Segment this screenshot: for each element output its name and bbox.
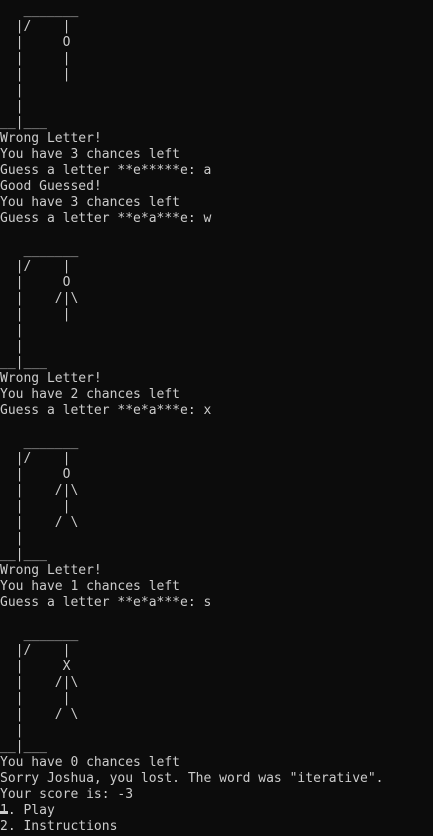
console-line: __|___ xyxy=(0,547,47,562)
console-line: _______ xyxy=(0,627,79,642)
text-cursor xyxy=(0,811,8,814)
console-line: | /|\ xyxy=(0,291,79,306)
console-line: You have 1 chances left xyxy=(0,579,181,594)
console-line: | / \ xyxy=(0,707,79,722)
console-line: Guess a letter **e*a***e: s xyxy=(0,595,212,610)
console-line: | xyxy=(0,531,24,546)
console-line: Wrong Letter! xyxy=(0,131,102,146)
console-line: Good Guessed! xyxy=(0,179,102,194)
console-line: | O xyxy=(0,467,71,482)
console-line: | X xyxy=(0,659,71,674)
console-line: You have 2 chances left xyxy=(0,387,181,402)
console-line: | xyxy=(0,99,24,114)
console-line: _______ xyxy=(0,435,79,450)
console-line: _______ xyxy=(0,3,79,18)
console-line: | /|\ xyxy=(0,483,79,498)
console-line: Sorry Joshua, you lost. The word was "it… xyxy=(0,771,384,786)
console-line: | /|\ xyxy=(0,675,79,690)
console-line: You have 3 chances left xyxy=(0,195,181,210)
console-line: Guess a letter **e*a***e: w xyxy=(0,211,212,226)
console-line: Wrong Letter! xyxy=(0,371,102,386)
console-line: | | xyxy=(0,691,71,706)
console-line: |/ | xyxy=(0,259,71,274)
console-line: You have 3 chances left xyxy=(0,147,181,162)
console-window[interactable]: _______ |/ | | O | | | | | | __|___ Wrong … xyxy=(0,0,433,836)
console-line: |/ | xyxy=(0,451,71,466)
console-line: Guess a letter **e*****e: a xyxy=(0,163,212,178)
console-line: Your score is: -3 xyxy=(0,787,134,802)
console-line: | xyxy=(0,339,24,354)
console-line: | xyxy=(0,83,24,98)
console-line: | / \ xyxy=(0,515,79,530)
console-line: 2. Instructions xyxy=(0,819,118,834)
console-line: |/ | xyxy=(0,643,71,658)
console-line: _______ xyxy=(0,243,79,258)
console-line: | O xyxy=(0,275,71,290)
console-line: Guess a letter **e*a***e: x xyxy=(0,403,212,418)
console-line: __|___ xyxy=(0,355,47,370)
console-line: | | xyxy=(0,51,71,66)
console-line: | | xyxy=(0,307,71,322)
console-line: | | xyxy=(0,67,71,82)
console-line: __|___ xyxy=(0,115,47,130)
console-line: | xyxy=(0,723,24,738)
console-line: You have 0 chances left xyxy=(0,755,181,770)
console-line: __|___ xyxy=(0,739,47,754)
console-line: | xyxy=(0,323,24,338)
console-line: | O xyxy=(0,35,71,50)
console-line: | | xyxy=(0,499,71,514)
console-line: |/ | xyxy=(0,19,71,34)
console-line: 1. Play xyxy=(0,803,55,818)
console-line: Wrong Letter! xyxy=(0,563,102,578)
